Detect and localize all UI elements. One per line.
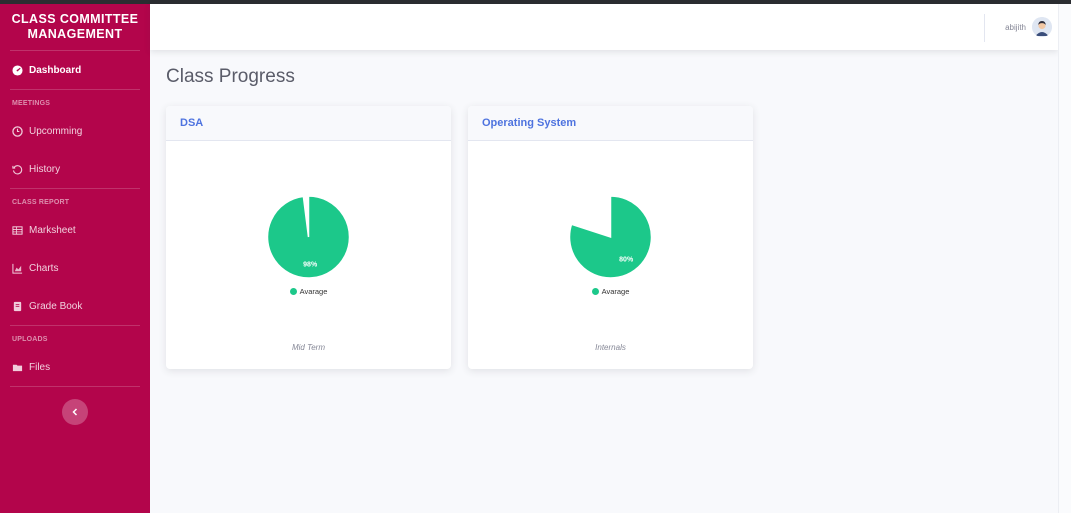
- chart-card-operating-system: Operating System 80% Avarage Internals: [468, 106, 753, 369]
- chart-caption: Internals: [595, 343, 626, 352]
- sidebar-toggle-button[interactable]: [62, 399, 88, 425]
- legend-label: Avarage: [299, 287, 328, 296]
- pie-slice-label: 98%: [303, 262, 318, 269]
- pie-slice-avarage[interactable]: [568, 195, 653, 279]
- brand-title[interactable]: CLASS COMMITTEE MANAGEMENT: [0, 4, 150, 50]
- chart-card-dsa: DSA 98% Avarage Mid Term: [166, 106, 451, 369]
- topbar-divider: [984, 14, 985, 42]
- sidebar-item-upcomming[interactable]: Upcomming: [0, 112, 150, 150]
- card-title: Operating System: [468, 106, 753, 141]
- topbar: abijith: [150, 4, 1058, 50]
- folder-icon: [12, 362, 23, 373]
- pie-chart-operating-system: 80%: [568, 195, 653, 279]
- history-icon: [12, 164, 23, 175]
- book-icon: [12, 301, 23, 312]
- legend-marker: [289, 288, 297, 295]
- sidebar-item-history[interactable]: History: [0, 150, 150, 188]
- sidebar: CLASS COMMITTEE MANAGEMENT Dashboard MEE…: [0, 4, 150, 513]
- sidebar-item-label: Files: [29, 361, 51, 373]
- sidebar-item-label: Charts: [29, 262, 59, 274]
- chart-legend[interactable]: Avarage: [166, 287, 451, 296]
- pie-chart-dsa: 98%: [266, 195, 351, 279]
- sidebar-item-label: History: [29, 163, 61, 175]
- sidebar-item-label: Upcomming: [29, 125, 83, 137]
- legend-label: Avarage: [601, 287, 630, 296]
- tachometer-icon: [12, 64, 23, 76]
- pie-slice-label: 80%: [619, 257, 634, 264]
- table-icon: [12, 225, 23, 236]
- sidebar-item-label: Grade Book: [29, 300, 83, 312]
- clock-icon: [12, 125, 23, 137]
- sidebar-item-label: Dashboard: [29, 64, 82, 76]
- sidebar-item-dashboard[interactable]: Dashboard: [0, 51, 150, 89]
- legend-marker: [591, 288, 599, 295]
- sidebar-heading-meetings: MEETINGS: [12, 100, 51, 107]
- page-title: Class Progress: [166, 66, 295, 87]
- card-title: DSA: [166, 106, 451, 141]
- sidebar-item-files[interactable]: Files: [0, 348, 150, 386]
- sidebar-heading-class-report: CLASS REPORT: [12, 199, 70, 206]
- chart-area-icon: [12, 263, 23, 274]
- sidebar-item-grade-book[interactable]: Grade Book: [0, 287, 150, 325]
- sidebar-item-label: Marksheet: [29, 224, 76, 236]
- user-avatar-icon: [1032, 17, 1052, 37]
- vertical-scrollbar[interactable]: [1058, 4, 1071, 513]
- sidebar-heading-uploads: UPLOADS: [12, 336, 48, 343]
- sidebar-item-marksheet[interactable]: Marksheet: [0, 211, 150, 249]
- chevron-left-icon: [72, 408, 78, 416]
- chart-legend[interactable]: Avarage: [468, 287, 753, 296]
- chart-caption: Mid Term: [291, 343, 326, 352]
- sidebar-item-charts[interactable]: Charts: [0, 249, 150, 287]
- user-name: abijith: [1005, 22, 1026, 32]
- user-menu[interactable]: abijith: [1005, 17, 1052, 37]
